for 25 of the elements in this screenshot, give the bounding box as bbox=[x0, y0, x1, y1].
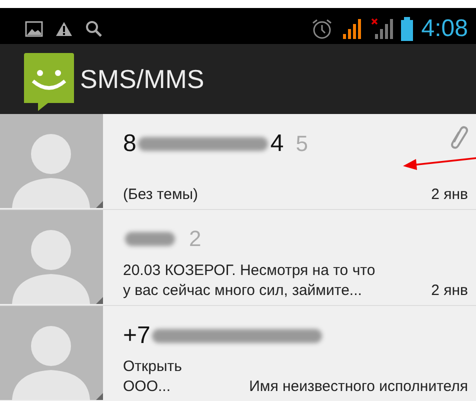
app-title: SMS/MMS bbox=[80, 64, 204, 94]
message-snippet: 20.03 КОЗЕРОГ. Несмотря на то что у вас сейчас много сил, займите... bbox=[123, 261, 376, 301]
smiley-chat-bubble-icon[interactable] bbox=[24, 53, 74, 111]
image-icon bbox=[25, 21, 43, 37]
no-signal-icon bbox=[371, 18, 394, 40]
battery-icon bbox=[401, 17, 414, 41]
message-count: 2 bbox=[189, 226, 202, 252]
conversation-item[interactable]: 2 20.03 КОЗЕРОГ. Несмотря на то что у вас сейчас много сил, займите... 2 янв bbox=[0, 210, 476, 306]
blurred-text bbox=[125, 232, 175, 246]
search-icon bbox=[85, 20, 103, 38]
contact-number: +7 bbox=[123, 322, 150, 350]
conversation-item[interactable]: 8 4 5 (Без темы) 2 янв bbox=[0, 114, 476, 210]
alarm-clock-icon bbox=[311, 18, 334, 40]
message-snippet: (Без темы) bbox=[123, 185, 198, 205]
message-date: 2 янв bbox=[431, 281, 468, 301]
message-date: 2 янв bbox=[431, 185, 468, 205]
message-date: Имя неизвестного исполнителя bbox=[249, 377, 468, 397]
clock-time: 4:08 bbox=[421, 15, 468, 43]
message-snippet: Открыть ООО... bbox=[123, 357, 182, 397]
conversation-item[interactable]: +7 Открыть ООО... Имя неизвестного исполнителя bbox=[0, 306, 476, 401]
signal-icon bbox=[341, 18, 364, 40]
contact-number: 4 bbox=[270, 130, 284, 158]
contact-number: 8 bbox=[123, 130, 136, 158]
warning-icon bbox=[55, 21, 73, 37]
message-count: 5 bbox=[296, 131, 308, 157]
